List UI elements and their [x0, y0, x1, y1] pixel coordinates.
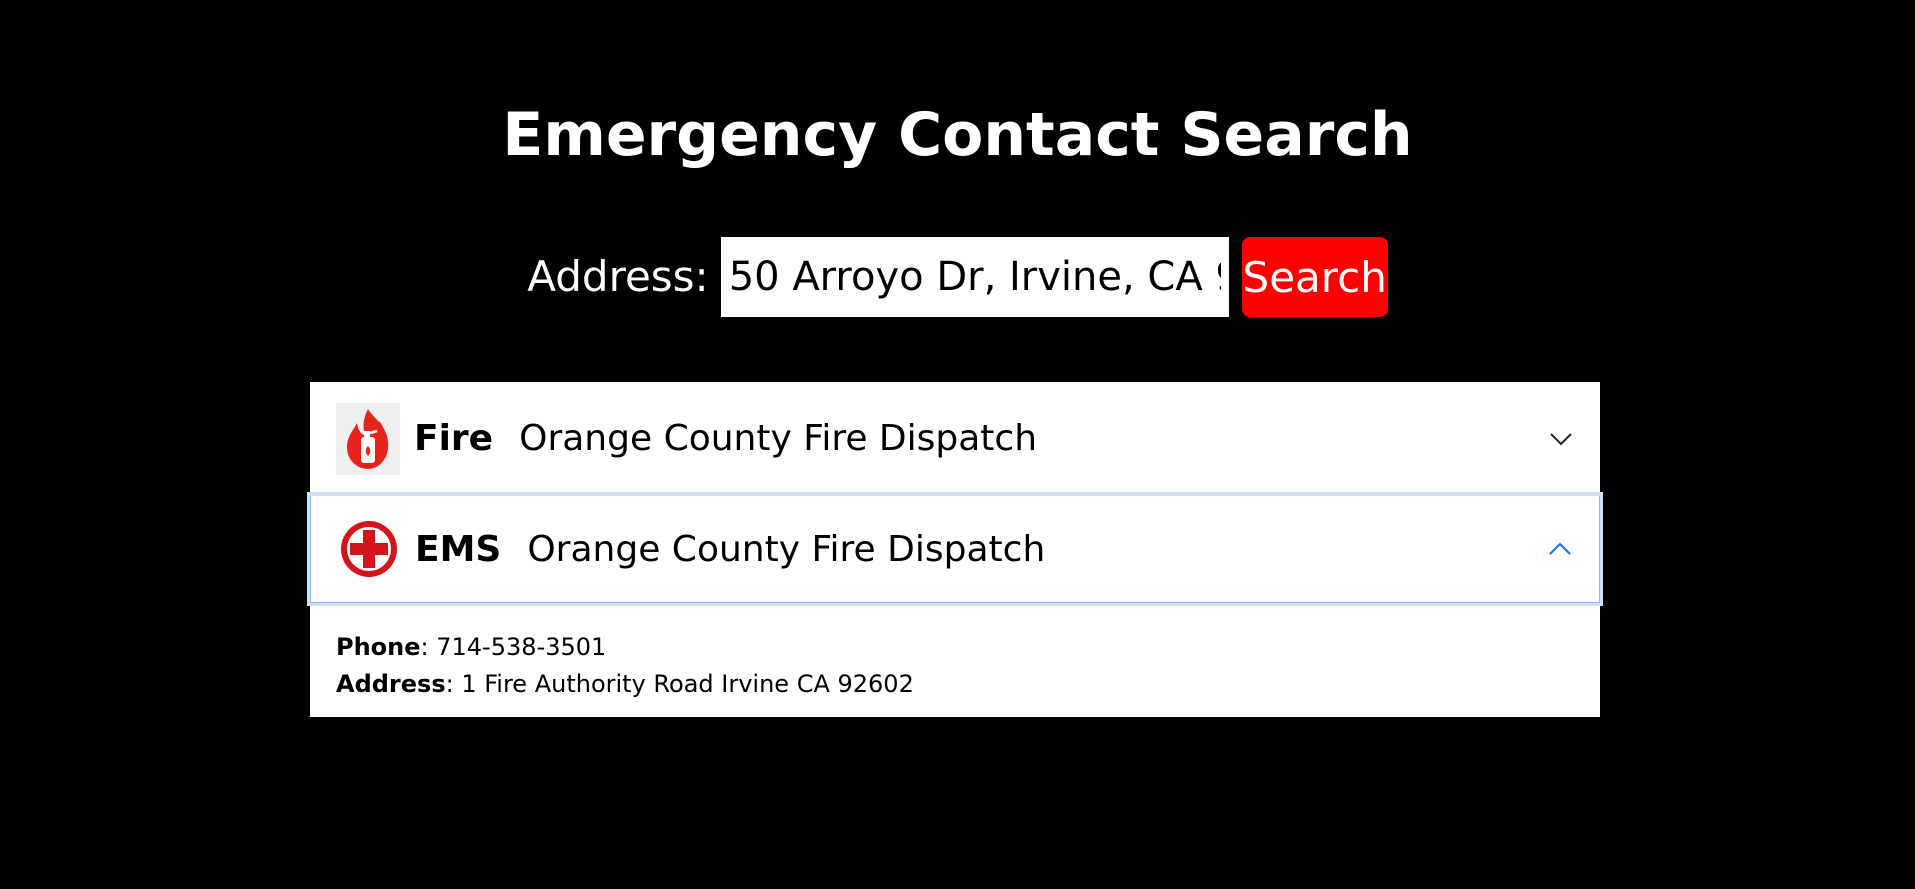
accordion-header-fire[interactable]: Fire Orange County Fire Dispatch	[310, 382, 1600, 495]
service-name: EMS	[415, 528, 502, 570]
accordion-header-ems[interactable]: EMS Orange County Fire Dispatch	[310, 495, 1600, 603]
accordion-body-ems: Phone: 714-538-3501 Address: 1 Fire Auth…	[310, 603, 1600, 717]
results-accordion: Fire Orange County Fire Dispatch EMS Ora…	[310, 382, 1600, 717]
fire-extinguisher-icon	[336, 402, 400, 475]
chevron-up-icon	[1547, 536, 1573, 562]
medical-cross-icon	[337, 513, 401, 585]
agency-name: Orange County Fire Dispatch	[527, 528, 1046, 570]
page-title: Emergency Contact Search	[502, 100, 1413, 170]
phone-row: Phone: 714-538-3501	[336, 633, 607, 661]
address-label: Address:	[527, 252, 709, 301]
phone-value: 714-538-3501	[436, 633, 607, 661]
phone-label: Phone	[336, 633, 421, 661]
service-name: Fire	[414, 418, 494, 459]
address-detail-label: Address	[336, 670, 446, 698]
address-input[interactable]	[720, 237, 1229, 317]
address-row: Address: 1 Fire Authority Road Irvine CA…	[336, 670, 914, 698]
chevron-down-icon	[1548, 426, 1574, 452]
search-form: Address: Search	[0, 237, 1915, 317]
address-value: 1 Fire Authority Road Irvine CA 92602	[461, 670, 914, 698]
page: Emergency Contact Search Address: Search…	[0, 0, 1915, 889]
search-button[interactable]: Search	[1241, 237, 1388, 317]
agency-name: Orange County Fire Dispatch	[519, 418, 1038, 459]
